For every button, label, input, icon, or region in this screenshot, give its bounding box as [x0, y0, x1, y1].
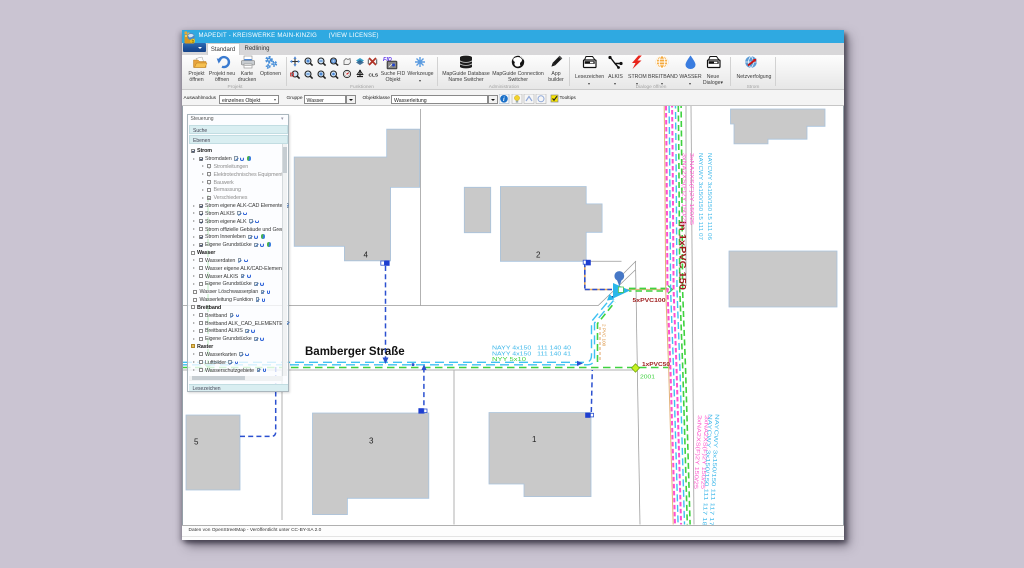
- svg-text:2001: 2001: [640, 375, 655, 381]
- svg-text:5xPVC100: 5xPVC100: [633, 298, 667, 304]
- svg-text:4: 4: [364, 251, 369, 260]
- svg-text:CLS: CLS: [369, 73, 379, 79]
- svg-text:3: 3: [369, 437, 374, 446]
- svg-text:1xPVC50: 1xPVC50: [642, 362, 671, 368]
- svg-text:2: 2: [536, 251, 541, 260]
- svg-text:NYY 5x10: NYY 5x10: [492, 357, 526, 363]
- svg-text:1: 1: [532, 435, 537, 444]
- svg-text:3xNA2XS(F)2Y 150/25: 3xNA2XS(F)2Y 150/25: [681, 153, 687, 225]
- svg-text:b: b: [191, 38, 194, 43]
- svg-text:5: 5: [194, 438, 199, 447]
- svg-text:in 1xPVC 150: in 1xPVC 150: [678, 221, 688, 290]
- svg-text:NAYCWY 3x150/150 15 111 06: NAYCWY 3x150/150 15 111 06: [706, 153, 712, 240]
- svg-text:NAYCWY 3x150/150 15 111 07: NAYCWY 3x150/150 15 111 07: [697, 153, 703, 240]
- svg-text:Bamberger Straße: Bamberger Straße: [305, 346, 405, 358]
- svg-text:3xNA2XS(F)2Y 150/25: 3xNA2XS(F)2Y 150/25: [688, 153, 694, 225]
- svg-text:2 PVC 100: 2 PVC 100: [602, 324, 607, 347]
